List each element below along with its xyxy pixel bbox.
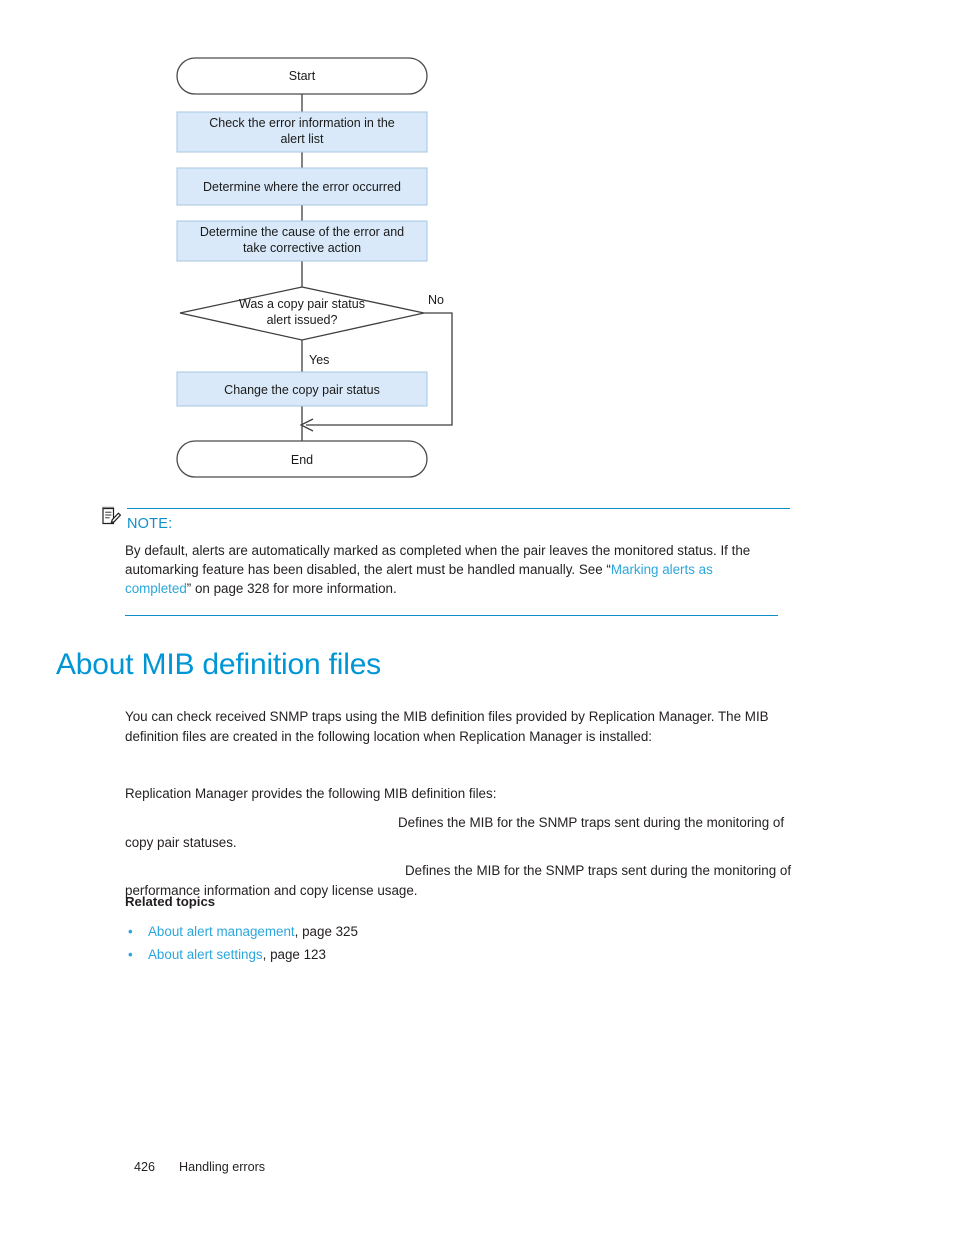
list-item: • About alert management, page 325 [125,920,625,943]
step-3-label-line1: Determine the cause of the error and [200,225,404,239]
footer-page-number: 426 [134,1160,156,1174]
step-1-label-line2: alert list [280,132,324,146]
step-2-label: Determine where the error occurred [203,180,401,194]
related-link-about-alert-settings[interactable]: About alert settings [148,947,263,962]
branch-label-yes: Yes [309,353,329,367]
note-admonition: NOTE: By default, alerts are automatical… [100,505,790,616]
intro-paragraph: You can check received SNMP traps using … [125,709,769,744]
step-3-label-line2: take corrective action [243,241,361,255]
mib-file-2-paragraph: Defines the MIB for the SNMP traps sent … [125,861,803,900]
flowchart-step-3: Determine the cause of the error and tak… [176,220,428,262]
start-node-label: Start [289,69,316,83]
page-footer: 426 Handling errors [127,1146,265,1174]
footer-chapter-title: Handling errors [179,1160,266,1174]
mib-file-1-paragraph: Defines the MIB for the SNMP traps sent … [125,813,803,852]
list-item: • About alert settings, page 123 [125,943,625,966]
flowchart-decision-node: Was a copy pair status alert issued? [179,286,425,341]
bullet-icon: • [128,947,133,962]
related-page-ref-1: , page 123 [262,947,326,962]
related-topics-list: • About alert management, page 325 • About… [125,920,625,966]
note-text-after-link: ” on page 328 for more information. [186,581,397,597]
note-pencil-icon [100,506,122,526]
step-4-label: Change the copy pair status [224,383,380,397]
flowchart-end-node: End [176,440,428,478]
flowchart-step-1: Check the error information in the alert… [176,111,428,153]
note-bottom-divider [125,614,778,616]
related-page-ref-0: , page 325 [294,924,358,939]
flowchart-step-4: Change the copy pair status [176,371,428,407]
related-topics-heading: Related topics [125,894,216,909]
step-1-label-line1: Check the error information in the [209,116,395,130]
branch-label-no: No [428,293,444,307]
note-body: By default, alerts are automatically mar… [125,541,773,599]
bullet-icon: • [128,924,133,939]
provides-paragraph: Replication Manager provides the followi… [125,786,497,802]
mib-file-1-description: Defines the MIB for the SNMP traps sent … [125,815,785,850]
flowchart-step-2: Determine where the error occurred [176,167,428,206]
error-handling-flowchart: Start Check the error information in the… [0,0,954,500]
note-header [100,505,790,527]
mib-file-2-description: Defines the MIB for the SNMP traps sent … [125,863,792,898]
decision-label-line2: alert issued? [267,313,338,327]
end-node-label: End [291,453,313,467]
note-top-divider [127,508,790,509]
page-title: About MIB definition files [56,648,381,681]
flowchart-start-node: Start [176,57,428,95]
related-link-about-alert-management[interactable]: About alert management [148,924,295,939]
decision-label-line1: Was a copy pair status [239,297,365,311]
note-title: NOTE: [127,516,173,532]
